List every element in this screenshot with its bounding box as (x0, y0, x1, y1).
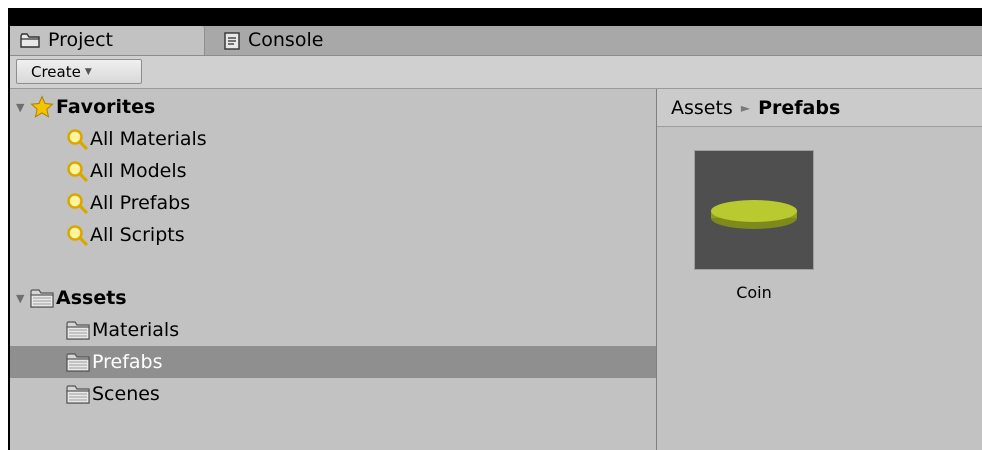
tree-item-label: All Prefabs (90, 192, 191, 214)
tree-item-label: Scenes (92, 383, 160, 405)
tree-item-materials[interactable]: Materials (10, 314, 656, 346)
tree-item-label: All Models (90, 160, 187, 182)
create-button-label: Create (31, 63, 81, 81)
tree-item-all-materials[interactable]: All Materials (10, 123, 656, 155)
toolbar: Create ▼ (10, 56, 982, 89)
asset-browser-panel: Assets ► Prefabs Coin (657, 89, 982, 450)
search-icon (66, 128, 88, 150)
dropdown-caret-icon: ▼ (84, 67, 92, 77)
foldout-expanded-icon[interactable]: ▼ (16, 292, 24, 305)
tab-console[interactable]: Console (214, 26, 394, 55)
tree-item-all-models[interactable]: All Models (10, 155, 656, 187)
tree-item-label: Materials (92, 319, 180, 341)
tree-item-label: All Scripts (90, 224, 185, 246)
breadcrumb: Assets ► Prefabs (657, 89, 982, 127)
asset-thumbnail-coin[interactable] (694, 150, 814, 270)
tab-bar: Project Console (10, 26, 982, 56)
tab-project[interactable]: Project (10, 26, 205, 55)
tab-console-label: Console (248, 29, 324, 51)
tree-item-prefabs[interactable]: Prefabs (10, 346, 656, 378)
folder-icon (66, 320, 90, 340)
search-icon (66, 224, 88, 246)
tree-item-label: Prefabs (92, 351, 163, 373)
tree-item-scenes[interactable]: Scenes (10, 378, 656, 410)
search-icon (66, 160, 88, 182)
tree-item-assets[interactable]: ▼ Assets (10, 282, 656, 314)
asset-name-coin[interactable]: Coin (694, 283, 814, 302)
tree-item-favorites[interactable]: ▼ Favorites (10, 91, 656, 123)
tree-item-assets-label: Assets (56, 287, 127, 309)
breadcrumb-prefabs[interactable]: Prefabs (758, 97, 840, 119)
breadcrumb-assets[interactable]: Assets (671, 97, 733, 119)
folder-icon (20, 33, 40, 48)
tree-item-all-prefabs[interactable]: All Prefabs (10, 187, 656, 219)
console-icon (224, 31, 240, 50)
project-tree-panel: ▼ Favorites All Materials All Models All… (10, 89, 656, 450)
folder-icon (66, 384, 90, 404)
breadcrumb-separator-icon: ► (740, 100, 751, 115)
tree-item-all-scripts[interactable]: All Scripts (10, 219, 656, 251)
star-icon (30, 95, 54, 119)
tree-item-favorites-label: Favorites (56, 96, 156, 118)
create-button[interactable]: Create ▼ (16, 59, 142, 84)
foldout-expanded-icon[interactable]: ▼ (16, 101, 24, 114)
tab-project-label: Project (48, 29, 114, 51)
search-icon (66, 192, 88, 214)
coin-preview-icon (711, 200, 797, 229)
folder-icon (66, 352, 90, 372)
tree-item-label: All Materials (90, 128, 207, 150)
folder-icon (30, 288, 54, 308)
